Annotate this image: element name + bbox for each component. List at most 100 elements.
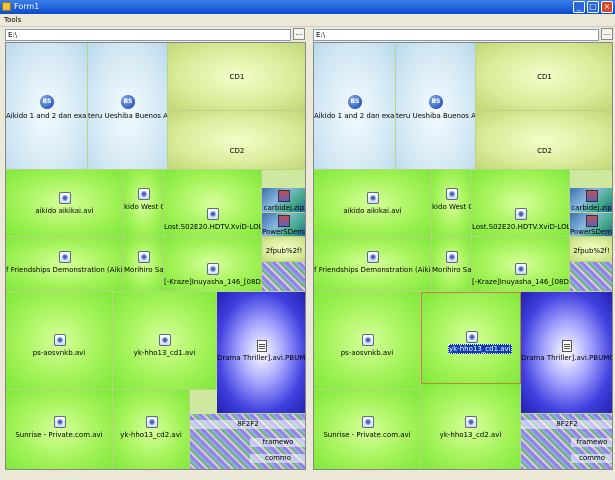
tile-label: teru Ueshiba Buenos Aires [88, 112, 168, 120]
window-title: Form1 [14, 2, 40, 11]
tile-label: kido West Coas [432, 203, 471, 211]
tile-label: CD1 [229, 73, 245, 81]
tile-power[interactable]: PowerSDemo.zip [570, 213, 613, 237]
tile-cd2[interactable]: CD2 [476, 111, 612, 170]
tile-carbide[interactable]: carbidej.zip [570, 188, 612, 213]
browse-button[interactable]: ... [293, 28, 305, 40]
tile-carbide[interactable]: carbidej.zip [262, 188, 305, 213]
browse-button[interactable]: ... [601, 28, 613, 40]
tile-label: 8F2F2 [521, 420, 612, 429]
tile-label: framewo [250, 438, 305, 447]
video-icon [138, 188, 150, 200]
tile-small-files[interactable] [262, 262, 305, 292]
tile-aikido[interactable]: BS Aikido 1 and 2 dan exam.mpg [6, 43, 88, 170]
tile-lost[interactable]: Lost.S02E20.HDTV.XviD-LOL.avi [164, 170, 262, 237]
tile-label: Sunrise - Private.com.avi [15, 431, 103, 439]
tile-label: f Friendships Demonstration (Aikido And … [314, 266, 431, 274]
tile-label: aikido aikikai.avi [35, 207, 94, 215]
tile-label: CD2 [537, 147, 552, 155]
tile-label: 2fpub%2f! [265, 247, 303, 255]
maximize-button[interactable]: □ [587, 1, 599, 13]
tile-label: Sunrise - Private.com.avi [323, 431, 411, 439]
tile-aikiaikikai[interactable]: aikido aikikai.avi [314, 170, 432, 237]
tile-friendships[interactable]: f Friendships Demonstration (Aikido And … [6, 237, 124, 292]
left-pane: E:\ ... BS Aikido 1 and 2 dan exam.mpg B… [0, 26, 307, 476]
zip-icon [586, 190, 598, 202]
tile-pub[interactable]: 2fpub%2f! [570, 237, 612, 262]
zip-icon [278, 215, 290, 227]
path-input[interactable]: E:\ [5, 29, 291, 41]
tile-ps[interactable]: ps-aosvnkb.avi [314, 292, 421, 390]
minimize-button[interactable]: _ [573, 1, 585, 13]
tile-label: CD2 [229, 147, 245, 155]
tile-aikiaikikai[interactable]: aikido aikikai.avi [6, 170, 124, 237]
tile-cd2[interactable]: CD2 [168, 111, 305, 170]
tile-morihiro[interactable]: Morihiro Saito - / [432, 237, 472, 292]
tile-label: Morihiro Saito - / [432, 266, 472, 274]
tile-yk1-selected[interactable]: yk-hho13_cd1.avi [421, 292, 521, 384]
tile-label: Drama Thriller].avi.PBUMGFNVFI [217, 354, 306, 362]
tile-kraze[interactable]: [-Kraze]Inuyasha_146_[08DB74CF [472, 237, 570, 292]
tile-label: yk-hho13_cd2.avi [120, 431, 182, 439]
video-icon [515, 263, 527, 275]
tile-label: Drama Thriller].avi.PBUMGFNVFI [521, 354, 612, 362]
tile-label: 2fpub%2f! [573, 247, 610, 255]
tile-yk2[interactable]: yk-hho13_cd2.avi [113, 390, 190, 469]
tile-label: commo [250, 454, 305, 463]
tile-label: [-Kraze]Inuyasha_146_[08DB74CF [164, 278, 261, 286]
tile-cd1[interactable]: CD1 [168, 43, 305, 111]
tile-label: 8F2F2 [190, 420, 305, 429]
tile-label: Lost.S02E20.HDTV.XviD-LOL.avi [164, 223, 262, 231]
tile-drama[interactable]: Drama Thriller].avi.PBUMGFNVFI [521, 292, 612, 414]
tile-lost[interactable]: Lost.S02E20.HDTV.XviD-LOL.avi [472, 170, 570, 237]
tile-drama[interactable]: Drama Thriller].avi.PBUMGFNVFI [217, 292, 306, 414]
tile-yk2[interactable]: yk-hho13_cd2.avi [421, 384, 521, 469]
video-icon [466, 331, 478, 343]
bs-icon: BS [121, 95, 135, 109]
right-pane: E:\ ... BS Aikido 1 and 2 dan exam.mpg B… [308, 26, 615, 476]
tile-cd1[interactable]: CD1 [476, 43, 612, 111]
tile-westcoast[interactable]: kido West Coas [432, 170, 472, 237]
tile-label: [-Kraze]Inuyasha_146_[08DB74CF [472, 278, 569, 286]
tile-small-files-bottom[interactable]: 8F2F2 framewo commo [521, 414, 612, 469]
video-icon [54, 416, 66, 428]
tile-label: aikido aikikai.avi [343, 207, 402, 215]
menu-tools[interactable]: Tools [4, 15, 21, 25]
bs-icon: BS [40, 95, 54, 109]
tile-label: teru Ueshiba Buenos Aires [396, 112, 476, 120]
tile-ueshiba[interactable]: BS teru Ueshiba Buenos Aires [88, 43, 168, 170]
app-icon [2, 2, 11, 11]
tile-label: ps-aosvnkb.avi [340, 349, 394, 357]
path-input[interactable]: E:\ [313, 29, 599, 41]
tile-label: PowerSDemo.zip [570, 228, 613, 236]
tile-ueshiba[interactable]: BS teru Ueshiba Buenos Aires [396, 43, 476, 170]
video-icon [446, 188, 458, 200]
tile-small-files-bottom[interactable]: 8F2F2 framewo commo [190, 414, 305, 469]
tile-small-files[interactable] [570, 262, 612, 292]
tile-sunrise[interactable]: Sunrise - Private.com.avi [314, 390, 421, 469]
video-icon [465, 416, 477, 428]
tile-label: carbidej.zip [571, 204, 612, 212]
video-icon [54, 334, 66, 346]
video-icon [362, 334, 374, 346]
tile-label: Aikido 1 and 2 dan exam.mpg [314, 112, 395, 120]
treemap: BS Aikido 1 and 2 dan exam.mpg BS teru U… [5, 42, 306, 470]
tile-morihiro[interactable]: Morihiro Saito - / [124, 237, 164, 292]
video-icon [59, 192, 71, 204]
tile-label: ps-aosvnkb.avi [32, 349, 86, 357]
tile-aikido[interactable]: BS Aikido 1 and 2 dan exam.mpg [314, 43, 396, 170]
tile-label: CD1 [537, 73, 552, 81]
tile-ps[interactable]: ps-aosvnkb.avi [6, 292, 113, 390]
tile-kraze[interactable]: [-Kraze]Inuyasha_146_[08DB74CF [164, 237, 262, 292]
tile-yk1[interactable]: yk-hho13_cd1.avi [113, 292, 217, 390]
close-button[interactable]: × [601, 1, 613, 13]
tile-power[interactable]: PowerSDemo.zip [262, 213, 305, 237]
video-icon [146, 416, 158, 428]
bs-icon: BS [348, 95, 362, 109]
tile-pub[interactable]: 2fpub%2f! [262, 237, 305, 262]
tile-label: Morihiro Saito - / [124, 266, 164, 274]
tile-label: yk-hho13_cd1.avi [133, 349, 196, 357]
tile-sunrise[interactable]: Sunrise - Private.com.avi [6, 390, 113, 469]
tile-friendships[interactable]: f Friendships Demonstration (Aikido And … [314, 237, 432, 292]
tile-westcoast[interactable]: kido West Coas [124, 170, 164, 237]
